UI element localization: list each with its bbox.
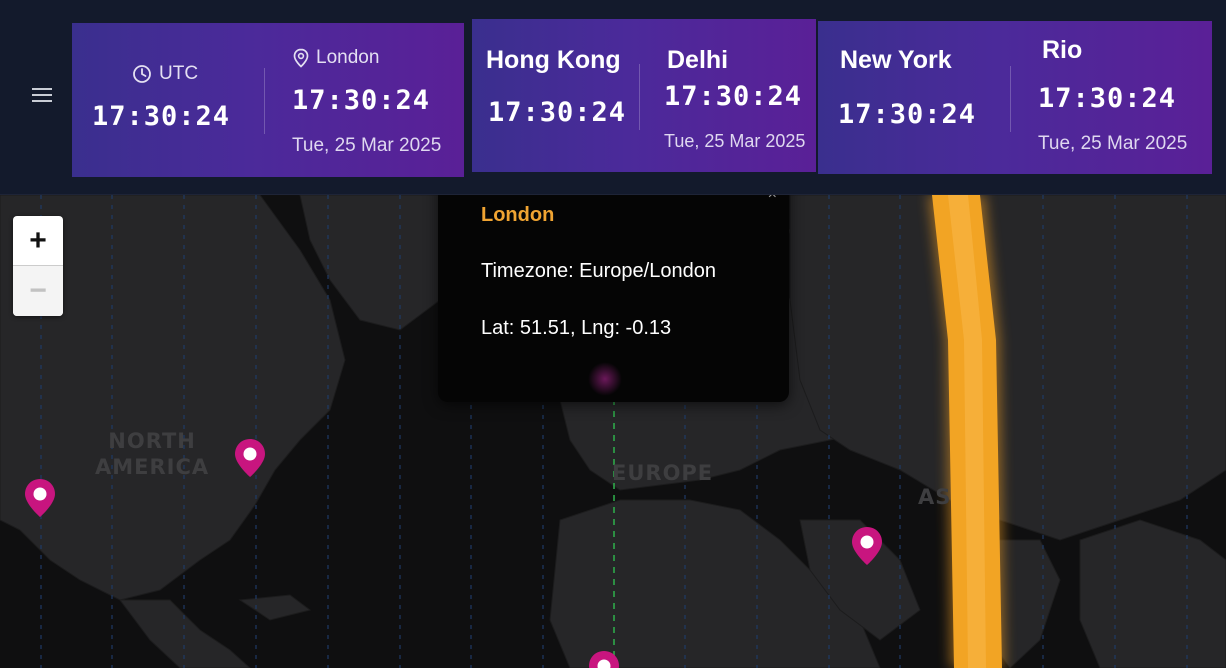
london-date: Tue, 25 Mar 2025 bbox=[292, 135, 442, 156]
clock-card-utc-london[interactable]: UTC 17:30:24 London 17:30:24 Tue, 25 Mar… bbox=[72, 23, 464, 177]
delhi-date: Tue, 25 Mar 2025 bbox=[664, 131, 806, 151]
clock-card-hongkong-delhi[interactable]: Hong Kong 17:30:24 Delhi 17:30:24 Tue, 2… bbox=[472, 19, 816, 172]
london-time: 17:30:24 bbox=[292, 85, 431, 116]
map-pin-west-coast[interactable] bbox=[24, 478, 56, 518]
card-divider bbox=[264, 68, 265, 134]
map-pin-new-york[interactable] bbox=[234, 438, 266, 478]
zoom-in-button[interactable]: + bbox=[13, 216, 63, 266]
zoom-out-button[interactable]: − bbox=[13, 266, 63, 316]
hong-kong-label: Hong Kong bbox=[486, 46, 621, 74]
card-divider bbox=[1010, 66, 1011, 132]
london-label-text: London bbox=[316, 47, 380, 68]
map-pin-africa[interactable] bbox=[588, 650, 620, 668]
london-label: London bbox=[293, 47, 379, 69]
rio-time: 17:30:24 bbox=[1038, 83, 1177, 114]
rio-label: Rio bbox=[1042, 36, 1083, 64]
popup-title: London bbox=[481, 204, 555, 226]
utc-label-text: UTC bbox=[159, 63, 199, 84]
new-york-label: New York bbox=[840, 46, 952, 74]
clock-card-newyork-rio[interactable]: New York 17:30:24 Rio 17:30:24 Tue, 25 M… bbox=[818, 21, 1212, 174]
label-north-america: NORTH AMERICA bbox=[95, 429, 210, 479]
utc-time: 17:30:24 bbox=[92, 101, 231, 132]
label-europe: EUROPE bbox=[612, 461, 714, 485]
delhi-time: 17:30:24 bbox=[664, 81, 803, 112]
clock-header: UTC 17:30:24 London 17:30:24 Tue, 25 Mar… bbox=[0, 0, 1226, 195]
rio-date: Tue, 25 Mar 2025 bbox=[1038, 133, 1188, 154]
popup-coordinates: Lat: 51.51, Lng: -0.13 bbox=[481, 317, 672, 339]
label-asia: AS bbox=[918, 485, 952, 509]
new-york-time: 17:30:24 bbox=[838, 99, 977, 130]
delhi-label: Delhi bbox=[667, 46, 729, 74]
zoom-control: + − bbox=[13, 216, 63, 316]
location-pin-icon bbox=[293, 48, 309, 68]
card-divider bbox=[639, 64, 640, 130]
hamburger-menu-icon[interactable] bbox=[32, 84, 62, 110]
map-pin-middle-east[interactable] bbox=[851, 526, 883, 566]
clock-icon bbox=[133, 65, 151, 83]
popup-timezone: Timezone: Europe/London bbox=[481, 260, 716, 282]
hong-kong-time: 17:30:24 bbox=[488, 97, 627, 128]
popup-location-glow bbox=[588, 362, 622, 396]
world-clock-page: NORTH AMERICA EUROPE AS + − × London Tim… bbox=[0, 0, 1226, 668]
utc-label: UTC bbox=[132, 63, 198, 85]
